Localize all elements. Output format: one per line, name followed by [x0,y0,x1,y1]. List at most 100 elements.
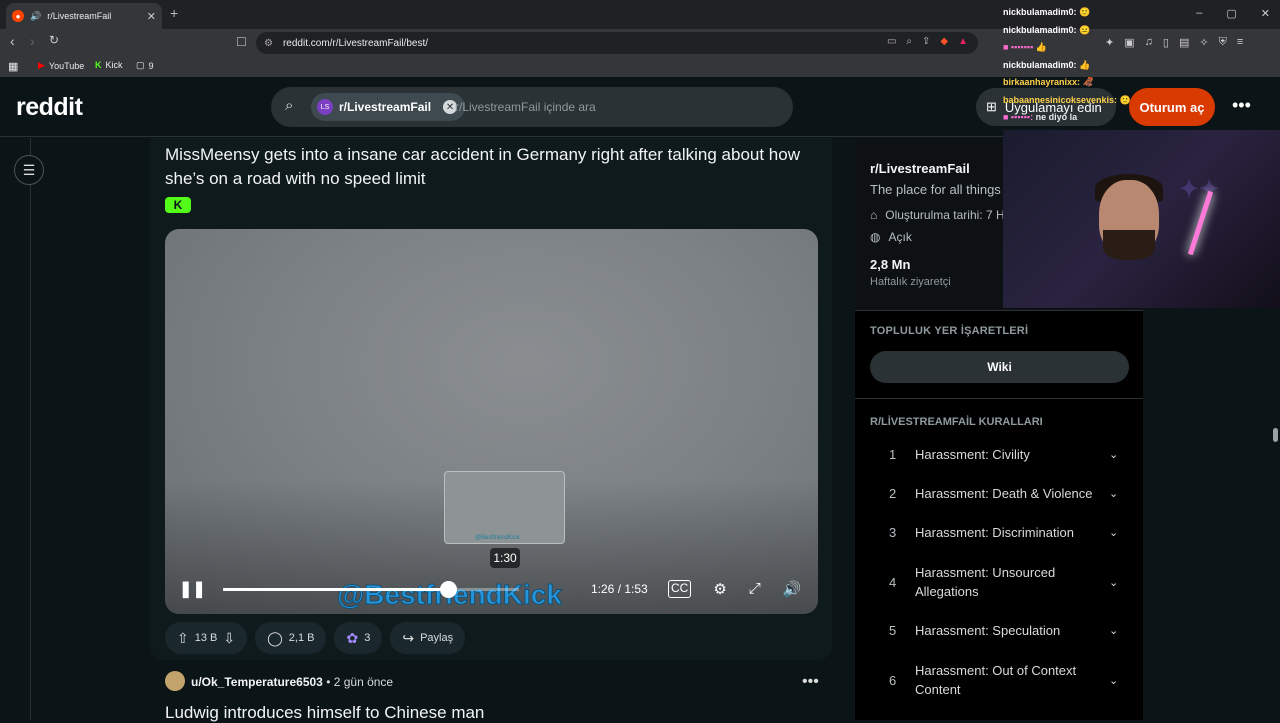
leo-icon[interactable]: ✧ [1199,36,1208,49]
search-icon: ⌕ [285,97,294,114]
downvote-icon[interactable]: ⇩ [223,630,235,647]
share-label: Paylaş [420,632,454,644]
sidebar-icon[interactable]: ▯ [1163,36,1169,49]
minimize-button[interactable]: – [1196,7,1202,20]
hamburger-menu-icon[interactable]: ☰ [14,155,44,185]
rule-item[interactable]: 4 Harassment: Unsourced Allegations ⌄ [870,562,1129,602]
bookmark-youtube[interactable]: ▶ YouTube [38,60,84,71]
share-button[interactable]: ↪ Paylaş [390,622,466,654]
url-text: reddit.com/r/LivestreamFail/best/ [282,37,429,49]
neon-sign: ✦✦ [1179,176,1220,203]
audio-playing-icon[interactable]: 🔊 [30,11,41,22]
tab-title: r/LivestreamFail [47,11,112,21]
chat-line: ■ ▪▪▪▪▪▪▪ 👍 [1003,39,1153,57]
chat-message: 🦧 [1082,77,1094,87]
wallet-icon[interactable]: ▤ [1179,36,1189,49]
rule-item[interactable]: 3 Harassment: Discrimination ⌄ [870,522,1129,542]
chip-label: r/LivestreamFail [339,100,432,114]
bookmark-kick[interactable]: K Kick [95,60,123,70]
fullscreen-icon[interactable]: ⤢ [749,580,761,598]
close-tab-icon[interactable]: ✕ [147,10,156,23]
new-tab-button[interactable]: + [170,5,178,21]
back-icon[interactable]: ‹ [10,33,15,49]
search-bar[interactable]: ⌕ LS r/LivestreamFail ✕ r/LivestreamFail… [271,87,793,127]
chevron-down-icon[interactable]: ⌄ [1109,448,1129,461]
avatar[interactable] [165,671,185,691]
address-bar[interactable]: ⚙ reddit.com/r/LivestreamFail/best/ ▭ ⌕ … [256,32,978,54]
chat-message: 🙂 [1119,94,1131,105]
seek-bar[interactable] [223,581,519,598]
scrollbar-thumb[interactable] [1273,428,1278,442]
pause-icon[interactable]: ❚❚ [179,579,206,599]
post-options-icon[interactable]: ••• [802,673,819,691]
chevron-down-icon[interactable]: ⌄ [1109,674,1129,687]
maximize-button[interactable]: ▢ [1226,7,1236,20]
share-icon[interactable]: ⇪ [922,36,930,47]
chat-line: nickbulamadim0: 👍 [1003,57,1153,75]
comments-button[interactable]: ◯ 2,1 B [255,622,327,654]
rule-number: 6 [889,672,897,688]
rule-title: Harassment: Speculation [915,622,1061,638]
chat-user: babaannesinicoksevenkis: [1003,94,1118,105]
volume-icon[interactable]: 🔊 [783,580,802,598]
more-options-icon[interactable]: ••• [1232,95,1251,116]
awards-button[interactable]: ✿ 3 [334,622,383,654]
rule-item[interactable]: 2 Harassment: Death & Violence ⌄ [870,483,1129,503]
rule-item[interactable]: 6 Harassment: Out of Context Content ⌄ [870,660,1129,700]
cast-icon[interactable]: ▭ [887,36,896,47]
rule-item[interactable]: 1 Harassment: Civility ⌄ [870,444,1129,464]
wiki-button[interactable]: Wiki [870,351,1129,383]
next-post-title[interactable]: Ludwig introduces himself to Chinese man [165,703,484,723]
brave-shield-icon[interactable]: ◆ [940,36,948,47]
video-player[interactable]: @BestfriendKick 1:30 ❚❚ @BestfriendKick … [165,229,818,614]
rules-heading: R/LİVESTREAMFAİL KURALLARI [870,416,1043,428]
reddit-logo[interactable]: reddit [16,93,83,122]
rewards-icon[interactable]: ▲ [958,36,968,47]
vpn-icon[interactable]: ⛨ [1219,36,1227,49]
video-controls: CC ⚙ ⤢ 🔊 [668,580,802,598]
post-title[interactable]: MissMeensy gets into a insane car accide… [165,143,817,191]
stream-chat-overlay: nickbulamadim0: 🙂 nickbulamadim0: 😐 ■ ▪▪… [1003,4,1153,127]
browser-tab[interactable]: ● 🔊 r/LivestreamFail ✕ [6,3,162,29]
zoom-icon[interactable]: ⌕ [906,36,912,47]
captions-icon[interactable]: CC [668,580,692,598]
scrub-preview-thumbnail: @BestfriendKick [444,471,565,544]
close-window-button[interactable]: ✕ [1261,7,1270,20]
forward-icon[interactable]: › [30,33,35,49]
chevron-down-icon[interactable]: ⌄ [1109,576,1129,589]
rule-title: Harassment: Death & Violence [915,485,1093,501]
created-text: Oluşturulma tarihi: 7 H [885,208,1005,222]
chevron-down-icon[interactable]: ⌄ [1109,487,1129,500]
settings-icon[interactable]: ⚙ [713,580,726,598]
rule-number: 1 [889,446,897,462]
reload-icon[interactable]: ↻ [49,33,59,47]
post-author[interactable]: u/Ok_Temperature6503 [191,675,323,689]
apps-icon[interactable]: ▦ [8,60,18,73]
bookmark-icon[interactable]: ☐ [236,35,247,49]
seek-handle[interactable] [439,581,457,598]
chat-user: nickbulamadim0: [1003,24,1077,35]
upvote-icon[interactable]: ⇧ [177,630,189,647]
chat-message: 👍 [1035,42,1048,52]
kick-flair-icon: K [165,197,191,213]
bookmark-folder[interactable]: ▢ 9 [136,60,154,71]
cake-icon: ⌂ [870,208,878,222]
search-input[interactable]: r/LivestreamFail içinde ara [455,100,596,114]
vote-control: ⇧ 13 B ⇩ [165,622,248,654]
comment-icon: ◯ [267,629,283,646]
chevron-down-icon[interactable]: ⌄ [1109,624,1129,637]
rule-title: Harassment: Civility [915,446,1030,462]
community-created: ⌂ Oluşturulma tarihi: 7 H [870,208,1005,222]
rule-title: Harassment: Discrimination [915,524,1074,540]
site-info-icon[interactable]: ⚙ [264,38,273,49]
chat-user: ■ ▪▪▪▪▪▪: [1003,112,1034,122]
divider [855,398,1143,399]
menu-icon[interactable]: ≡ [1237,36,1243,49]
bookmark-label: 9 [148,60,154,71]
chevron-down-icon[interactable]: ⌄ [1109,526,1129,539]
chat-message: ne diyo la [1035,112,1078,122]
chat-message: 😐 [1079,24,1091,35]
community-name[interactable]: r/LivestreamFail [870,161,970,176]
subreddit-search-chip[interactable]: LS r/LivestreamFail ✕ [311,93,466,121]
rule-item[interactable]: 5 Harassment: Speculation ⌄ [870,620,1129,640]
